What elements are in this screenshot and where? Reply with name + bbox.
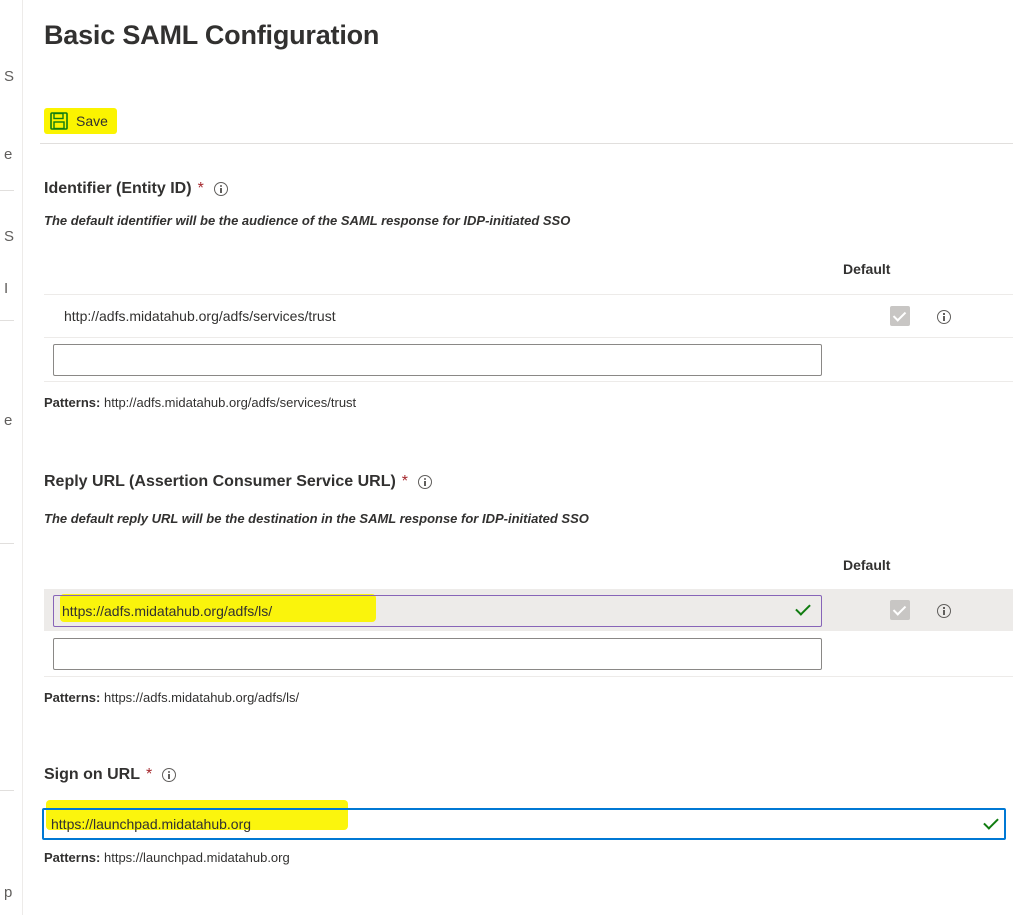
edge-glyph: S <box>4 68 15 85</box>
background-panel-edge: S e S I e p <box>0 0 22 915</box>
info-icon[interactable] <box>418 475 433 489</box>
required-marker: * <box>401 473 409 490</box>
identifier-value: http://adfs.midatahub.org/adfs/services/… <box>64 308 336 324</box>
edge-glyph: e <box>4 412 13 429</box>
identifier-title: Identifier (Entity ID) <box>44 180 192 197</box>
edge-divider <box>0 543 14 544</box>
required-marker: * <box>145 766 153 783</box>
patterns-label: Patterns: <box>44 690 101 705</box>
table-divider <box>44 676 1013 677</box>
edge-divider <box>0 190 14 191</box>
reply-url-description: The default reply URL will be the destin… <box>44 511 589 526</box>
default-column-header: Default <box>843 557 891 573</box>
edge-glyph: S <box>4 228 15 245</box>
info-icon[interactable] <box>937 604 951 618</box>
saml-config-page: S e S I e p Basic SAML Configuration Sav… <box>0 0 1013 915</box>
identifier-heading: Identifier (Entity ID) * <box>44 180 228 198</box>
floppy-disk-icon <box>50 112 68 130</box>
patterns-value: http://adfs.midatahub.org/adfs/services/… <box>103 395 357 410</box>
identifier-row[interactable]: http://adfs.midatahub.org/adfs/services/… <box>44 295 1013 337</box>
default-column-header: Default <box>843 261 891 277</box>
reply-url-heading: Reply URL (Assertion Consumer Service UR… <box>44 473 433 491</box>
reply-url-title: Reply URL (Assertion Consumer Service UR… <box>44 473 396 490</box>
identifier-description: The default identifier will be the audie… <box>44 213 571 228</box>
default-checkbox[interactable] <box>890 600 910 620</box>
table-divider <box>44 381 1013 382</box>
command-bar: Save <box>44 106 117 136</box>
panel-divider <box>22 0 23 915</box>
reply-url-input[interactable] <box>53 595 822 627</box>
required-marker: * <box>197 180 204 197</box>
table-divider <box>44 337 1013 338</box>
identifier-new-input[interactable] <box>53 344 822 376</box>
page-title: Basic SAML Configuration <box>44 20 380 50</box>
reply-url-new-input[interactable] <box>53 638 822 670</box>
info-icon[interactable] <box>213 182 228 196</box>
patterns-value: https://adfs.midatahub.org/adfs/ls/ <box>103 690 300 705</box>
save-button-label: Save <box>76 113 108 129</box>
sign-on-url-input[interactable] <box>42 808 1006 840</box>
info-icon[interactable] <box>162 768 177 782</box>
edge-divider <box>0 790 14 791</box>
patterns-label: Patterns: <box>44 850 101 865</box>
save-button[interactable]: Save <box>44 108 117 134</box>
edge-glyph: e <box>4 146 13 163</box>
identifier-patterns: Patterns: http://adfs.midatahub.org/adfs… <box>44 395 356 410</box>
sign-on-title: Sign on URL <box>44 766 140 783</box>
edge-glyph: I <box>4 280 9 297</box>
sign-on-heading: Sign on URL * <box>44 766 177 784</box>
toolbar-divider <box>40 143 1013 144</box>
edge-divider <box>0 320 14 321</box>
edge-glyph: p <box>4 884 13 901</box>
default-checkbox[interactable] <box>890 306 910 326</box>
patterns-value: https://launchpad.midatahub.org <box>103 850 290 865</box>
patterns-label: Patterns: <box>44 395 101 410</box>
info-icon[interactable] <box>937 310 951 324</box>
reply-url-patterns: Patterns: https://adfs.midatahub.org/adf… <box>44 690 299 705</box>
sign-on-patterns: Patterns: https://launchpad.midatahub.or… <box>44 850 290 865</box>
